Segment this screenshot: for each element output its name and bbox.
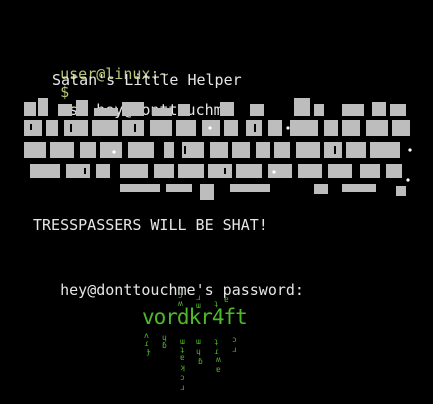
svg-text:ɟ: ɟ [146,347,151,356]
warning-message: TRESSPASSERS WILL BE SHAT! [33,216,268,234]
svg-text:ɹ: ɹ [180,383,185,392]
svg-text:ɓ: ɓ [198,357,203,366]
terminal-window[interactable]: user@linux:~ $ ssh hey@donttouchme Satan… [0,0,433,400]
svg-text:ʍ: ʍ [216,355,221,364]
svg-text:ɐ: ɐ [216,365,221,374]
svg-text:ɯ: ɯ [196,337,201,346]
ascii-art-banner [24,98,412,200]
svg-text:ɐ: ɐ [180,353,185,362]
banner-title: Satan's Little Helper [52,71,242,89]
matrix-rain-icon: ɔ ʍ ɹ ɯ ɐ ʇ ʌ ɾ ɟ ɥ ɓ ɯ ʇ ɐ ʞ ɔ ɹ ɯ ɥ ɓ [144,291,237,392]
svg-text:ɐ: ɐ [224,295,229,304]
svg-text:ɥ: ɥ [196,347,201,356]
svg-text:ʞ: ʞ [180,363,185,372]
svg-text:ɔ: ɔ [180,373,185,382]
svg-text:ɹ: ɹ [232,345,237,354]
logo-text: vordkr4ft [142,305,248,329]
svg-text:ɓ: ɓ [162,341,167,350]
svg-text:ʇ: ʇ [214,337,219,346]
svg-text:ɔ: ɔ [232,335,237,344]
matrix-logo: ɔ ʍ ɹ ɯ ɐ ʇ ʌ ɾ ɟ ɥ ɓ ɯ ʇ ɐ ʞ ɔ ɹ ɯ ɥ ɓ [140,286,248,400]
